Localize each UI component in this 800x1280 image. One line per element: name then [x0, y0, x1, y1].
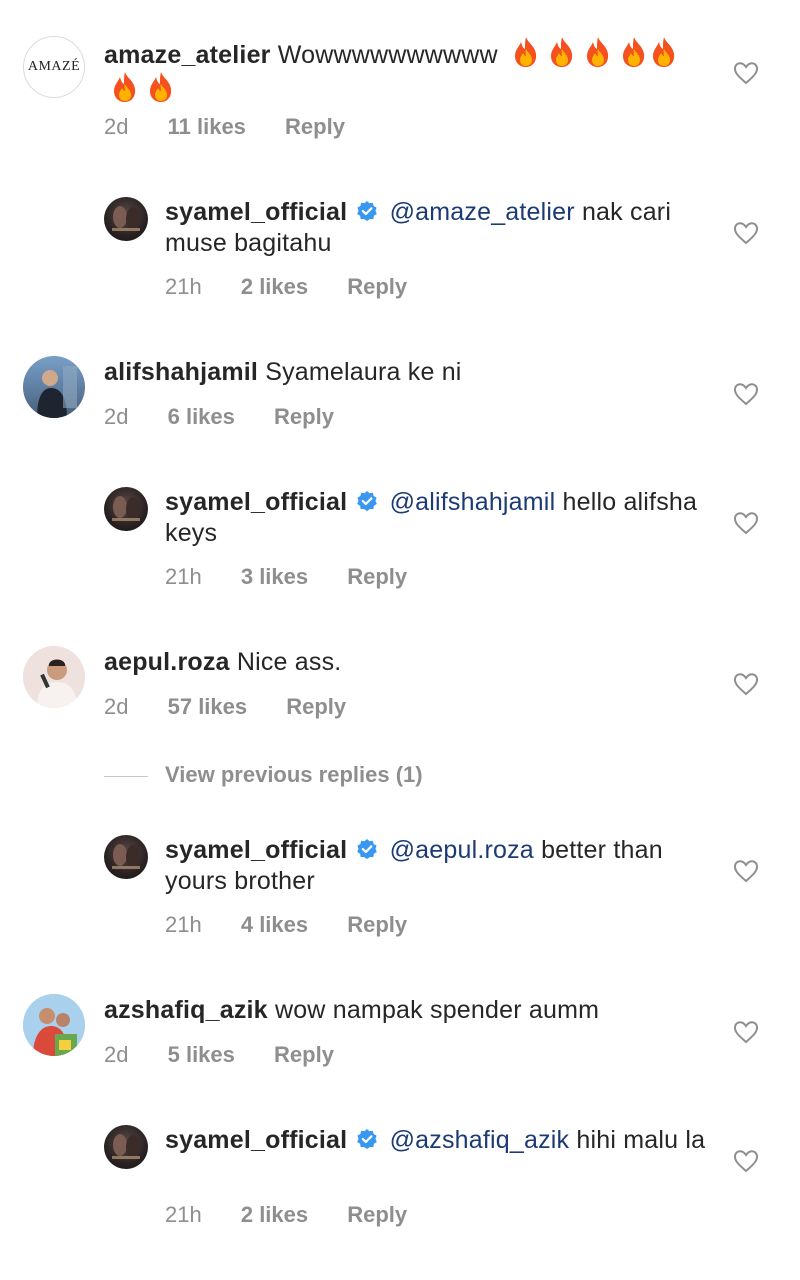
heart-icon[interactable]: [733, 382, 759, 406]
comment-text: syamel_official @aepul.roza better than …: [165, 835, 725, 897]
verified-badge-icon: [357, 1129, 378, 1149]
heart-icon[interactable]: [733, 61, 759, 85]
comment-text: syamel_official @amaze_atelier nak cari …: [165, 197, 725, 259]
comment-body: Wowwwwwwwwww: [277, 41, 498, 69]
comment-meta: 21h 3 likes Reply: [165, 564, 440, 590]
comment-meta: 21h 4 likes Reply: [165, 912, 440, 938]
heart-icon[interactable]: [733, 1020, 759, 1044]
avatar[interactable]: [23, 646, 85, 708]
username-link[interactable]: alifshahjamil: [104, 358, 258, 386]
timestamp: 21h: [165, 1202, 202, 1227]
reply-button[interactable]: Reply: [347, 274, 407, 299]
avatar-image: [112, 844, 140, 869]
likes-link[interactable]: 2 likes: [241, 1202, 308, 1227]
reply-button[interactable]: Reply: [286, 694, 346, 719]
reply-button[interactable]: Reply: [347, 912, 407, 937]
heart-icon[interactable]: [733, 672, 759, 696]
username-link[interactable]: syamel_official: [165, 198, 347, 226]
mention-link[interactable]: @azshafiq_azik: [390, 1126, 570, 1154]
fire-emoji-icon: [586, 37, 609, 67]
timestamp: 21h: [165, 274, 202, 299]
comment-meta: 2d 11 likes Reply: [104, 114, 378, 140]
comment-meta: 2d 6 likes Reply: [104, 404, 367, 430]
likes-link[interactable]: 4 likes: [241, 912, 308, 937]
view-previous-replies-button[interactable]: View previous replies (1): [104, 762, 423, 794]
username-link[interactable]: syamel_official: [165, 1126, 347, 1154]
fire-emoji-icon: [150, 72, 172, 102]
heart-icon[interactable]: [733, 1149, 759, 1173]
comment-text: aepul.roza Nice ass.: [104, 647, 704, 678]
avatar[interactable]: [104, 487, 148, 531]
timestamp: 2d: [104, 1042, 129, 1067]
comment-body: wow nampak spender aumm: [274, 996, 600, 1024]
fire-emoji-icon: [622, 37, 645, 67]
reply-button[interactable]: Reply: [274, 404, 334, 429]
avatar-image: [23, 646, 85, 708]
verified-badge-icon: [357, 201, 378, 221]
comment-meta: 21h 2 likes Reply: [165, 274, 440, 300]
likes-link[interactable]: 3 likes: [241, 564, 308, 589]
avatar-logo-text: AMAZÉ: [27, 59, 81, 74]
username-link[interactable]: aepul.roza: [104, 648, 230, 676]
avatar[interactable]: [23, 994, 85, 1056]
timestamp: 21h: [165, 564, 202, 589]
likes-link[interactable]: 57 likes: [168, 694, 248, 719]
fire-emoji-icon: [550, 37, 573, 67]
avatar-image: [112, 206, 140, 231]
username-link[interactable]: syamel_official: [165, 488, 347, 516]
verified-badge-icon: [357, 491, 378, 511]
mention-link[interactable]: @alifshahjamil: [390, 488, 556, 516]
reply-button[interactable]: Reply: [285, 114, 345, 139]
avatar[interactable]: AMAZÉ: [23, 36, 85, 98]
avatar-image: [112, 496, 140, 521]
verified-badge-icon: [357, 839, 378, 859]
timestamp: 2d: [104, 114, 129, 139]
timestamp: 2d: [104, 404, 129, 429]
avatar[interactable]: [104, 1125, 148, 1169]
comment-meta: 21h 2 likes Reply: [165, 1202, 440, 1228]
username-link[interactable]: syamel_official: [165, 836, 347, 864]
likes-link[interactable]: 6 likes: [168, 404, 235, 429]
username-link[interactable]: azshafiq_azik: [104, 996, 268, 1024]
fire-emoji-icon: [514, 37, 537, 67]
reply-button[interactable]: Reply: [347, 1202, 407, 1227]
avatar[interactable]: [104, 835, 148, 879]
avatar-image: [23, 994, 85, 1056]
avatar[interactable]: [104, 197, 148, 241]
heart-icon[interactable]: [733, 859, 759, 883]
likes-link[interactable]: 11 likes: [168, 114, 246, 139]
comment-text: syamel_official @alifshahjamil hello ali…: [165, 487, 725, 549]
reply-button[interactable]: Reply: [274, 1042, 334, 1067]
heart-icon[interactable]: [733, 511, 759, 535]
comment-text: amaze_atelier Wowwwwwwwwww: [104, 36, 704, 106]
comment-body: hihi malu la: [576, 1126, 706, 1154]
heart-icon[interactable]: [733, 221, 759, 245]
comment-text: syamel_official @azshafiq_azik hihi malu…: [165, 1125, 725, 1156]
avatar-image: [23, 356, 85, 418]
divider-line: [104, 775, 148, 777]
mention-link[interactable]: @amaze_atelier: [390, 198, 575, 226]
likes-link[interactable]: 5 likes: [168, 1042, 235, 1067]
view-previous-label: View previous replies (1): [165, 762, 423, 787]
fire-emoji-icon: [114, 72, 136, 102]
comment-text: alifshahjamil Syamelaura ke ni: [104, 357, 704, 388]
reply-button[interactable]: Reply: [347, 564, 407, 589]
avatar[interactable]: [23, 356, 85, 418]
timestamp: 21h: [165, 912, 202, 937]
comment-body: Syamelaura ke ni: [265, 358, 462, 386]
mention-link[interactable]: @aepul.roza: [390, 836, 534, 864]
comment-meta: 2d 5 likes Reply: [104, 1042, 367, 1068]
fire-emoji-icon: [652, 37, 675, 67]
timestamp: 2d: [104, 694, 129, 719]
avatar-image: [112, 1134, 140, 1159]
comment-body: Nice ass.: [236, 648, 342, 676]
username-link[interactable]: amaze_atelier: [104, 41, 271, 69]
comment-text: azshafiq_azik wow nampak spender aumm: [104, 995, 704, 1026]
comment-meta: 2d 57 likes Reply: [104, 694, 379, 720]
likes-link[interactable]: 2 likes: [241, 274, 308, 299]
